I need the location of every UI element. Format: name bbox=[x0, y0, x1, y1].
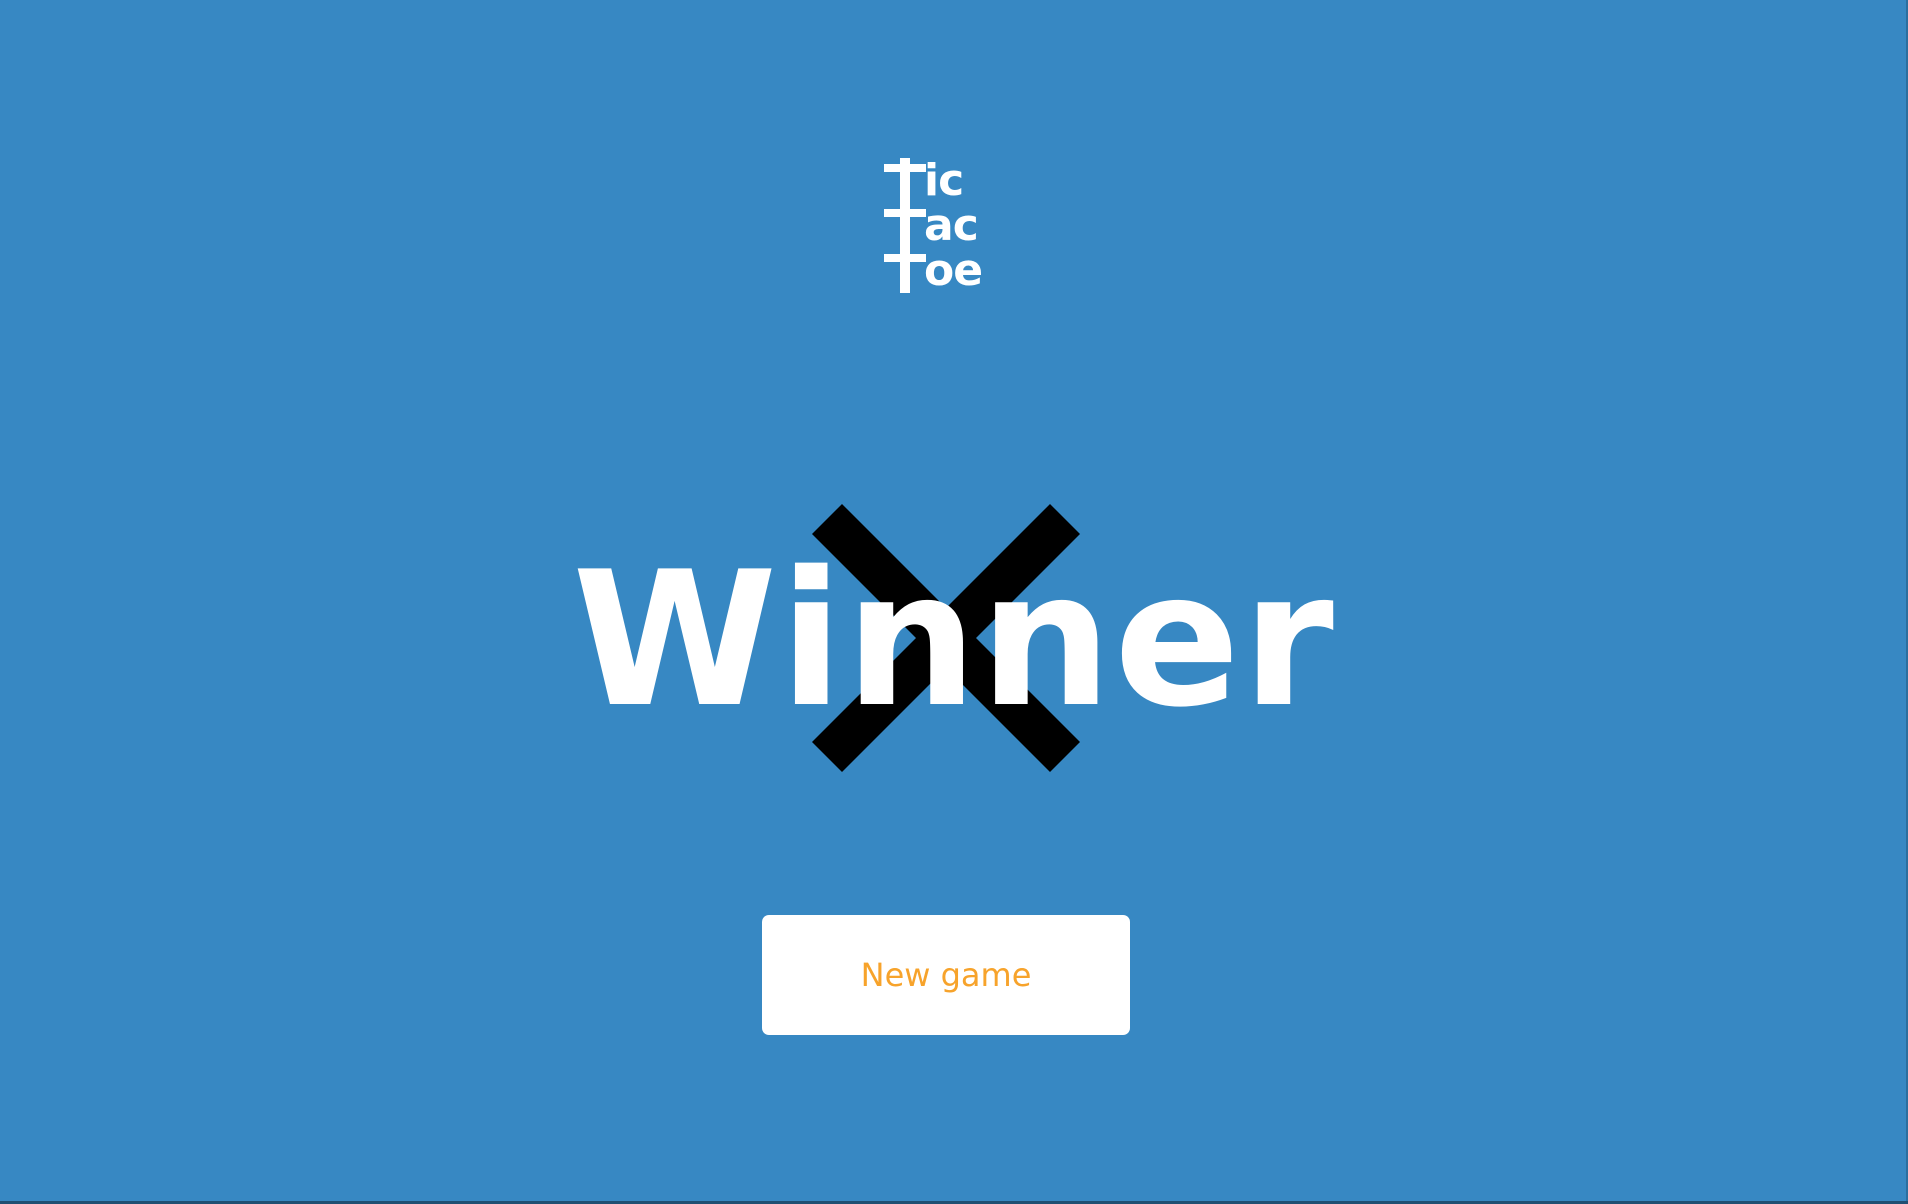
winner-display: Winner bbox=[0, 490, 1908, 790]
logo-line-toe: oe bbox=[884, 245, 983, 296]
game-over-screen: ic ac oe Winner New game bbox=[0, 0, 1908, 1204]
logo-line-tac: ac bbox=[884, 200, 979, 251]
winner-heading: Winner bbox=[572, 531, 1336, 748]
logo-t-glyph bbox=[884, 248, 926, 293]
new-game-button[interactable]: New game bbox=[762, 915, 1130, 1035]
tic-tac-toe-logo: ic ac oe bbox=[884, 158, 1008, 298]
logo-word-tac: ac bbox=[924, 200, 979, 251]
logo-t-glyph bbox=[884, 203, 926, 248]
logo-t-glyph bbox=[884, 158, 926, 203]
logo-line-tic: ic bbox=[884, 155, 964, 206]
logo-word-tic: ic bbox=[924, 155, 964, 206]
logo-word-toe: oe bbox=[924, 245, 983, 296]
